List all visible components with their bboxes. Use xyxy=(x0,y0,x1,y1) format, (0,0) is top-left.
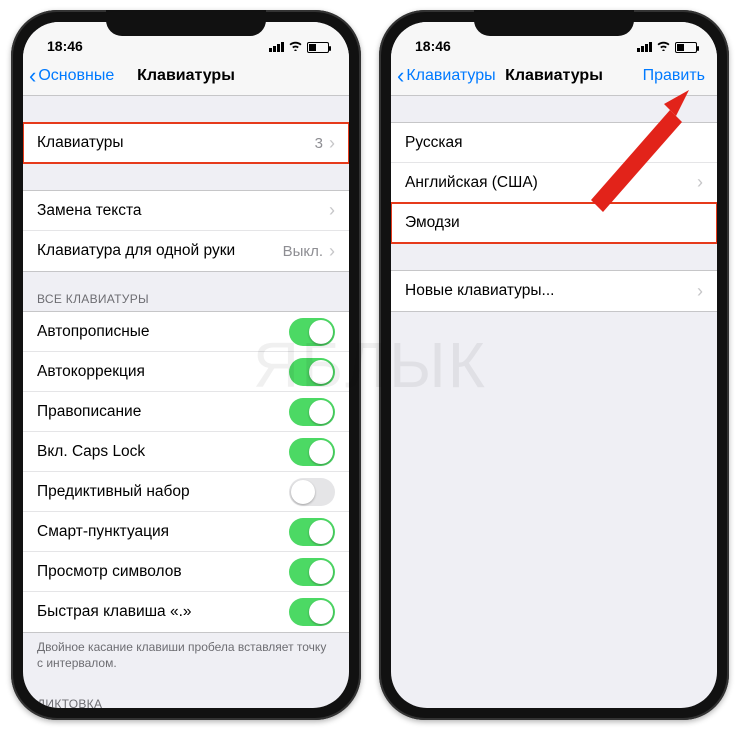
add-keyboard-row[interactable]: Новые клавиатуры... › xyxy=(391,271,717,311)
auto_caps-toggle[interactable] xyxy=(289,318,335,346)
nav-bar: ‹ Клавиатуры Клавиатуры Править xyxy=(391,56,717,96)
wifi-icon xyxy=(656,40,671,54)
page-title: Клавиатуры xyxy=(505,67,603,85)
battery-icon xyxy=(675,42,697,53)
caps_lock-label: Вкл. Caps Lock xyxy=(37,443,289,461)
keyboard-row-en_us[interactable]: Английская (США)› xyxy=(391,163,717,203)
status-right xyxy=(637,40,697,54)
auto_caps-row[interactable]: Автопрописные xyxy=(23,312,349,352)
text-replace-row[interactable]: Замена текста › xyxy=(23,191,349,231)
back-button[interactable]: ‹ Клавиатуры xyxy=(397,56,496,95)
autocorrect-toggle[interactable] xyxy=(289,358,335,386)
phone-right: 18:46 ‹ Клавиатуры Клавиатуры Править xyxy=(379,10,729,720)
edit-button[interactable]: Править xyxy=(643,56,705,95)
section-dictation: ДИКТОВКА xyxy=(23,677,349,708)
chevron-left-icon: ‹ xyxy=(29,65,36,87)
wifi-icon xyxy=(288,40,303,54)
preview-toggle[interactable] xyxy=(289,558,335,586)
one-handed-row[interactable]: Клавиатура для одной руки Выкл. › xyxy=(23,231,349,271)
preview-row[interactable]: Просмотр символов xyxy=(23,552,349,592)
shortcut-row[interactable]: Быстрая клавиша «.» xyxy=(23,592,349,632)
autocorrect-label: Автокоррекция xyxy=(37,363,289,381)
keyboard-row-emoji[interactable]: Эмодзи xyxy=(391,203,717,243)
keyboards-count: 3 xyxy=(315,135,323,152)
caps_lock-toggle[interactable] xyxy=(289,438,335,466)
shortcut-label: Быстрая клавиша «.» xyxy=(37,603,289,621)
keyboard-row-ru[interactable]: Русская xyxy=(391,123,717,163)
footer-note-space: Двойное касание клавиши пробела вставляе… xyxy=(23,633,349,677)
chevron-right-icon: › xyxy=(697,281,703,302)
signal-icon xyxy=(637,42,652,52)
back-label: Основные xyxy=(38,67,114,85)
section-all-keyboards: ВСЕ КЛАВИАТУРЫ xyxy=(23,272,349,311)
signal-icon xyxy=(269,42,284,52)
keyboard-label-en_us: Английская (США) xyxy=(405,174,697,192)
spelling-row[interactable]: Правописание xyxy=(23,392,349,432)
chevron-right-icon: › xyxy=(697,172,703,193)
spelling-label: Правописание xyxy=(37,403,289,421)
back-label: Клавиатуры xyxy=(406,67,495,85)
shortcut-toggle[interactable] xyxy=(289,598,335,626)
spelling-toggle[interactable] xyxy=(289,398,335,426)
nav-bar: ‹ Основные Клавиатуры xyxy=(23,56,349,96)
keyboard-label-emoji: Эмодзи xyxy=(405,214,703,232)
one-handed-label: Клавиатура для одной руки xyxy=(37,242,283,260)
status-time: 18:46 xyxy=(47,38,83,54)
status-right xyxy=(269,40,329,54)
smart_punc-row[interactable]: Смарт-пунктуация xyxy=(23,512,349,552)
chevron-left-icon: ‹ xyxy=(397,65,404,87)
smart_punc-label: Смарт-пунктуация xyxy=(37,523,289,541)
one-handed-value: Выкл. xyxy=(283,243,323,260)
chevron-right-icon: › xyxy=(329,241,335,262)
predictive-label: Предиктивный набор xyxy=(37,483,289,501)
keyboards-row[interactable]: Клавиатуры 3 › xyxy=(23,123,349,163)
page-title: Клавиатуры xyxy=(137,67,235,85)
back-button[interactable]: ‹ Основные xyxy=(29,56,114,95)
phone-left: 18:46 ‹ Основные Клавиатуры xyxy=(11,10,361,720)
keyboards-label: Клавиатуры xyxy=(37,134,315,152)
notch xyxy=(474,10,634,36)
preview-label: Просмотр символов xyxy=(37,563,289,581)
add-keyboard-label: Новые клавиатуры... xyxy=(405,282,697,300)
text-replace-label: Замена текста xyxy=(37,202,329,220)
chevron-right-icon: › xyxy=(329,200,335,221)
autocorrect-row[interactable]: Автокоррекция xyxy=(23,352,349,392)
predictive-row[interactable]: Предиктивный набор xyxy=(23,472,349,512)
notch xyxy=(106,10,266,36)
smart_punc-toggle[interactable] xyxy=(289,518,335,546)
auto_caps-label: Автопрописные xyxy=(37,323,289,341)
caps_lock-row[interactable]: Вкл. Caps Lock xyxy=(23,432,349,472)
predictive-toggle[interactable] xyxy=(289,478,335,506)
battery-icon xyxy=(307,42,329,53)
status-time: 18:46 xyxy=(415,38,451,54)
keyboard-label-ru: Русская xyxy=(405,134,703,152)
chevron-right-icon: › xyxy=(329,133,335,154)
